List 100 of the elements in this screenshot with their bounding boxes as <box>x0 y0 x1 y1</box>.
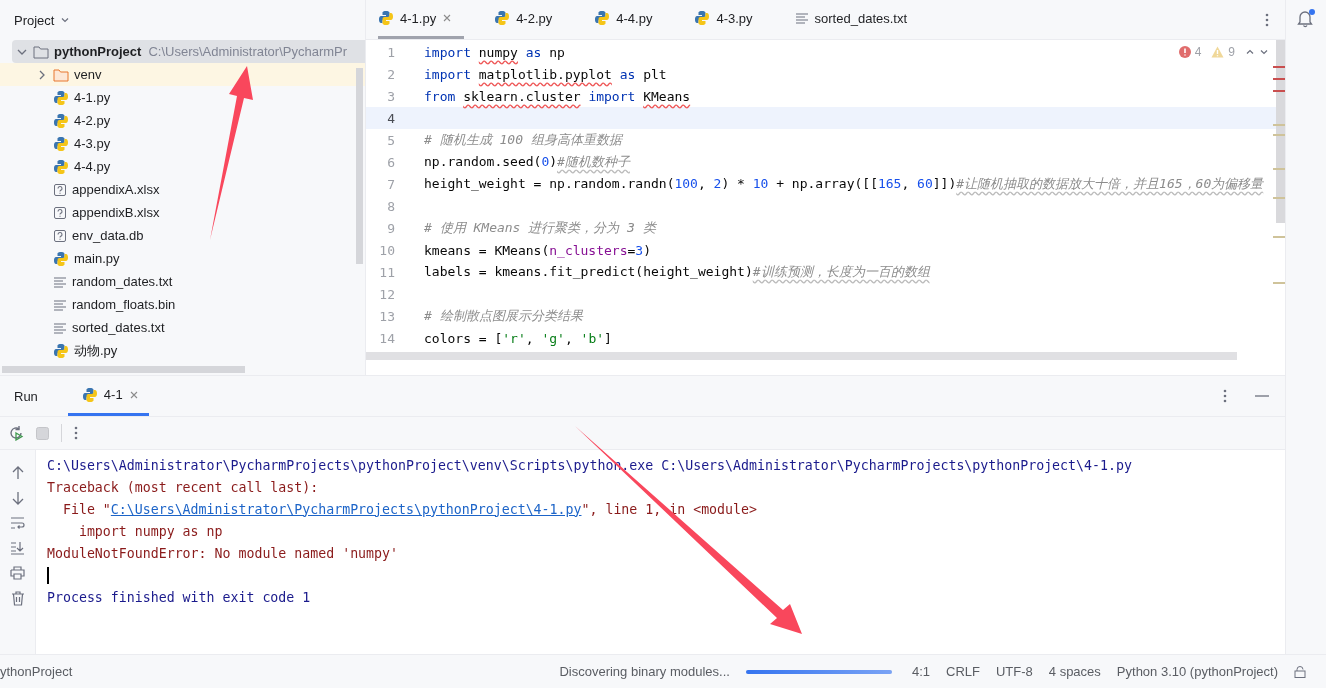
more-icon[interactable] <box>74 426 78 440</box>
python-icon <box>378 10 394 26</box>
text-file-icon <box>794 11 809 25</box>
line-number: 6 <box>386 154 395 170</box>
code-line: height_weight = np.random.randn(100, 2) * 10 + np.array([[165, 60]])#让随机抽取的数据放大十倍，并且165，60为偏移量 <box>424 175 1264 193</box>
unknown-file-icon <box>53 182 67 197</box>
close-icon[interactable] <box>128 389 139 400</box>
status-project[interactable]: ythonProject <box>0 664 73 679</box>
tree-item[interactable]: 4-1.py <box>0 86 365 109</box>
editor-tab[interactable]: sorted_dates.txt <box>794 0 920 39</box>
text-file-icon <box>53 297 67 312</box>
console-line: Process finished with exit code 1 <box>47 589 311 605</box>
panel-title[interactable]: Project <box>14 12 55 28</box>
console-line: ModuleNotFoundError: No module named 'numpy' <box>47 545 398 561</box>
unknown-file-icon <box>53 228 67 243</box>
chevron-down-icon[interactable] <box>1259 47 1269 57</box>
python-icon <box>53 89 69 106</box>
line-number: 9 <box>386 220 395 236</box>
editor-tab[interactable]: 4-1.py <box>378 0 465 39</box>
code-line: np.random.seed(0)#随机数种子 <box>424 153 630 171</box>
lock-icon[interactable] <box>1294 665 1306 678</box>
line-number: 3 <box>386 88 395 104</box>
status-task[interactable]: Discovering binary modules... <box>559 664 730 679</box>
tree-item[interactable]: venv <box>0 63 365 86</box>
code-line: # 绘制散点图展示分类结果 <box>424 307 583 325</box>
code-line: labels = kmeans.fit_predict(height_weight)#训练预测，长度为一百的数组 <box>424 263 930 281</box>
line-number: 7 <box>386 176 395 192</box>
rerun-icon[interactable] <box>8 425 24 441</box>
print-icon[interactable] <box>10 566 25 580</box>
python-icon <box>81 386 98 403</box>
more-icon[interactable] <box>1265 12 1269 27</box>
tree-item[interactable]: env_data.db <box>0 224 365 247</box>
tree-item[interactable]: pythonProject C:\Users\Administrator\PycharmPr <box>12 40 365 63</box>
line-number: 10 <box>378 242 395 258</box>
tree-item[interactable]: random_floats.bin <box>0 293 365 316</box>
chevron-down-icon[interactable] <box>60 15 71 25</box>
tree-item[interactable]: main.py <box>0 247 365 270</box>
tree-item[interactable]: sorted_dates.txt <box>0 316 365 339</box>
scrollbar[interactable] <box>366 352 1237 360</box>
editor-tab[interactable]: 4-4.py <box>594 0 665 39</box>
tree-item[interactable]: 4-4.py <box>0 155 365 178</box>
editor-tab[interactable]: 4-2.py <box>494 0 565 39</box>
code-line: colors = ['r', 'g', 'b'] <box>424 330 612 346</box>
unknown-file-icon <box>53 205 67 220</box>
line-number: 14 <box>378 330 395 346</box>
console-line: Traceback (most recent call last): <box>47 479 319 495</box>
arrow-down-icon[interactable] <box>10 491 25 505</box>
line-number: 12 <box>378 286 395 302</box>
python-icon <box>53 250 69 267</box>
status-item[interactable]: CRLF <box>946 664 980 679</box>
tree-item[interactable]: 4-3.py <box>0 132 365 155</box>
tree-item[interactable]: 动物.py <box>0 339 365 362</box>
more-icon[interactable] <box>1223 389 1227 403</box>
scrollbar[interactable] <box>1276 40 1285 223</box>
text-file-icon <box>53 274 67 289</box>
code-line: from sklearn.cluster import KMeans <box>424 88 691 104</box>
scroll-to-end-icon[interactable] <box>10 541 25 555</box>
panel-title[interactable]: Run <box>14 388 38 404</box>
status-item[interactable]: 4 spaces <box>1048 664 1101 679</box>
close-icon[interactable] <box>442 13 453 23</box>
soft-wrap-icon[interactable] <box>10 516 25 530</box>
code-line: import numpy as np <box>424 44 565 60</box>
code-line: import matplotlib.pyplot as plt <box>424 66 667 82</box>
scrollbar[interactable] <box>2 366 245 373</box>
text-cursor <box>47 566 49 584</box>
line-number: 2 <box>386 66 395 82</box>
python-icon <box>694 10 711 26</box>
code-line: # 随机生成 100 组身高体重数据 <box>424 131 622 149</box>
folder-icon <box>33 44 49 59</box>
status-item[interactable]: Python 3.10 (pythonProject) <box>1116 664 1278 679</box>
arrow-up-icon[interactable] <box>10 466 25 480</box>
line-number: 11 <box>378 264 395 280</box>
line-number: 8 <box>386 198 395 214</box>
line-number: 13 <box>378 308 395 324</box>
status-item[interactable]: UTF-8 <box>995 664 1033 679</box>
file-link[interactable]: C:\Users\Administrator\PycharmProjects\pythonProject\4-1.py <box>110 501 582 517</box>
python-icon <box>494 10 511 26</box>
line-number: 1 <box>386 44 395 60</box>
line-number: 4 <box>386 110 395 126</box>
python-icon <box>53 135 69 152</box>
tree-item[interactable]: random_dates.txt <box>0 270 365 293</box>
python-icon <box>53 158 69 175</box>
tree-item[interactable]: appendixB.xlsx <box>0 201 365 224</box>
status-item[interactable]: 4:1 <box>911 664 930 679</box>
code-line: kmeans = KMeans(n_clusters=3) <box>424 242 651 258</box>
tree-item[interactable]: appendixA.xlsx <box>0 178 365 201</box>
chevron-up-icon[interactable] <box>1245 47 1255 57</box>
code-line: # 使用 KMeans 进行聚类，分为 3 类 <box>424 219 656 237</box>
notification-bell-icon[interactable] <box>1296 8 1316 28</box>
python-icon <box>53 112 69 129</box>
editor-tab[interactable]: 4-3.py <box>694 0 765 39</box>
tree-item[interactable]: 4-2.py <box>0 109 365 132</box>
folder-icon <box>53 67 69 82</box>
python-icon <box>53 342 69 359</box>
console-line: import numpy as np <box>77 523 223 539</box>
scrollbar[interactable] <box>356 68 363 264</box>
python-icon <box>594 10 611 26</box>
trash-icon[interactable] <box>10 591 25 606</box>
text-file-icon <box>53 320 67 335</box>
line-number: 5 <box>386 132 395 148</box>
